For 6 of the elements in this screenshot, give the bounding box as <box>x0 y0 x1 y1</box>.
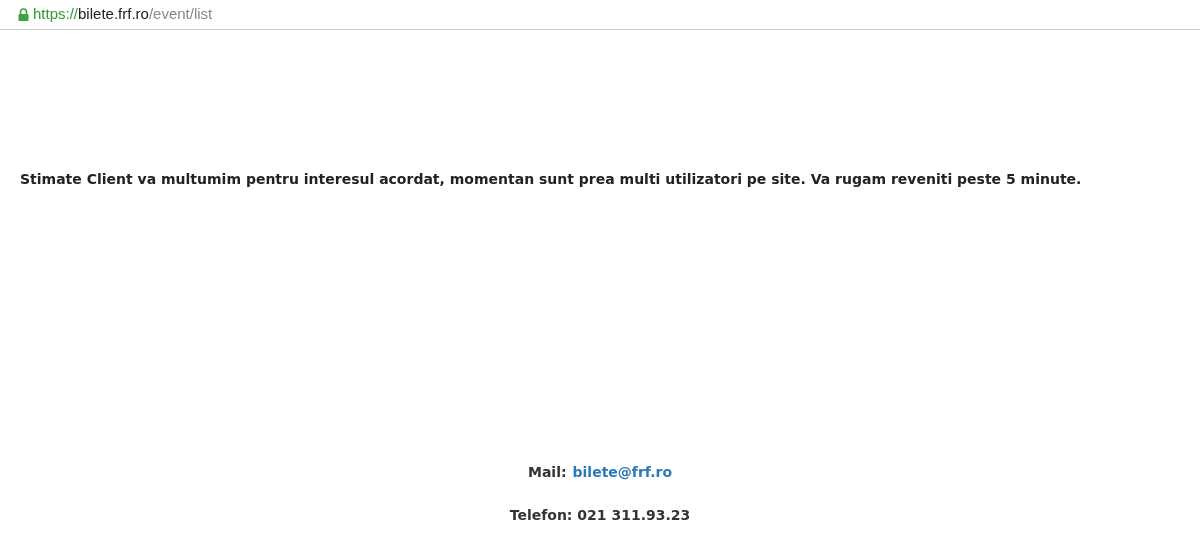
email-link[interactable]: bilete@frf.ro <box>572 462 672 483</box>
url-text: https://bilete.frf.ro/event/list <box>33 4 213 25</box>
mail-label: Mail: <box>527 463 567 482</box>
address-bar[interactable]: https://bilete.frf.ro/event/list <box>0 0 1200 30</box>
phone-text: Telefon: 021 311.93.23 <box>508 506 692 525</box>
notice-message: Stimate Client va multumim pentru interesul acordat, momentan sunt prea multi utilizatori pe site. Va rugam reveniti peste 5 minute. <box>19 170 1083 189</box>
